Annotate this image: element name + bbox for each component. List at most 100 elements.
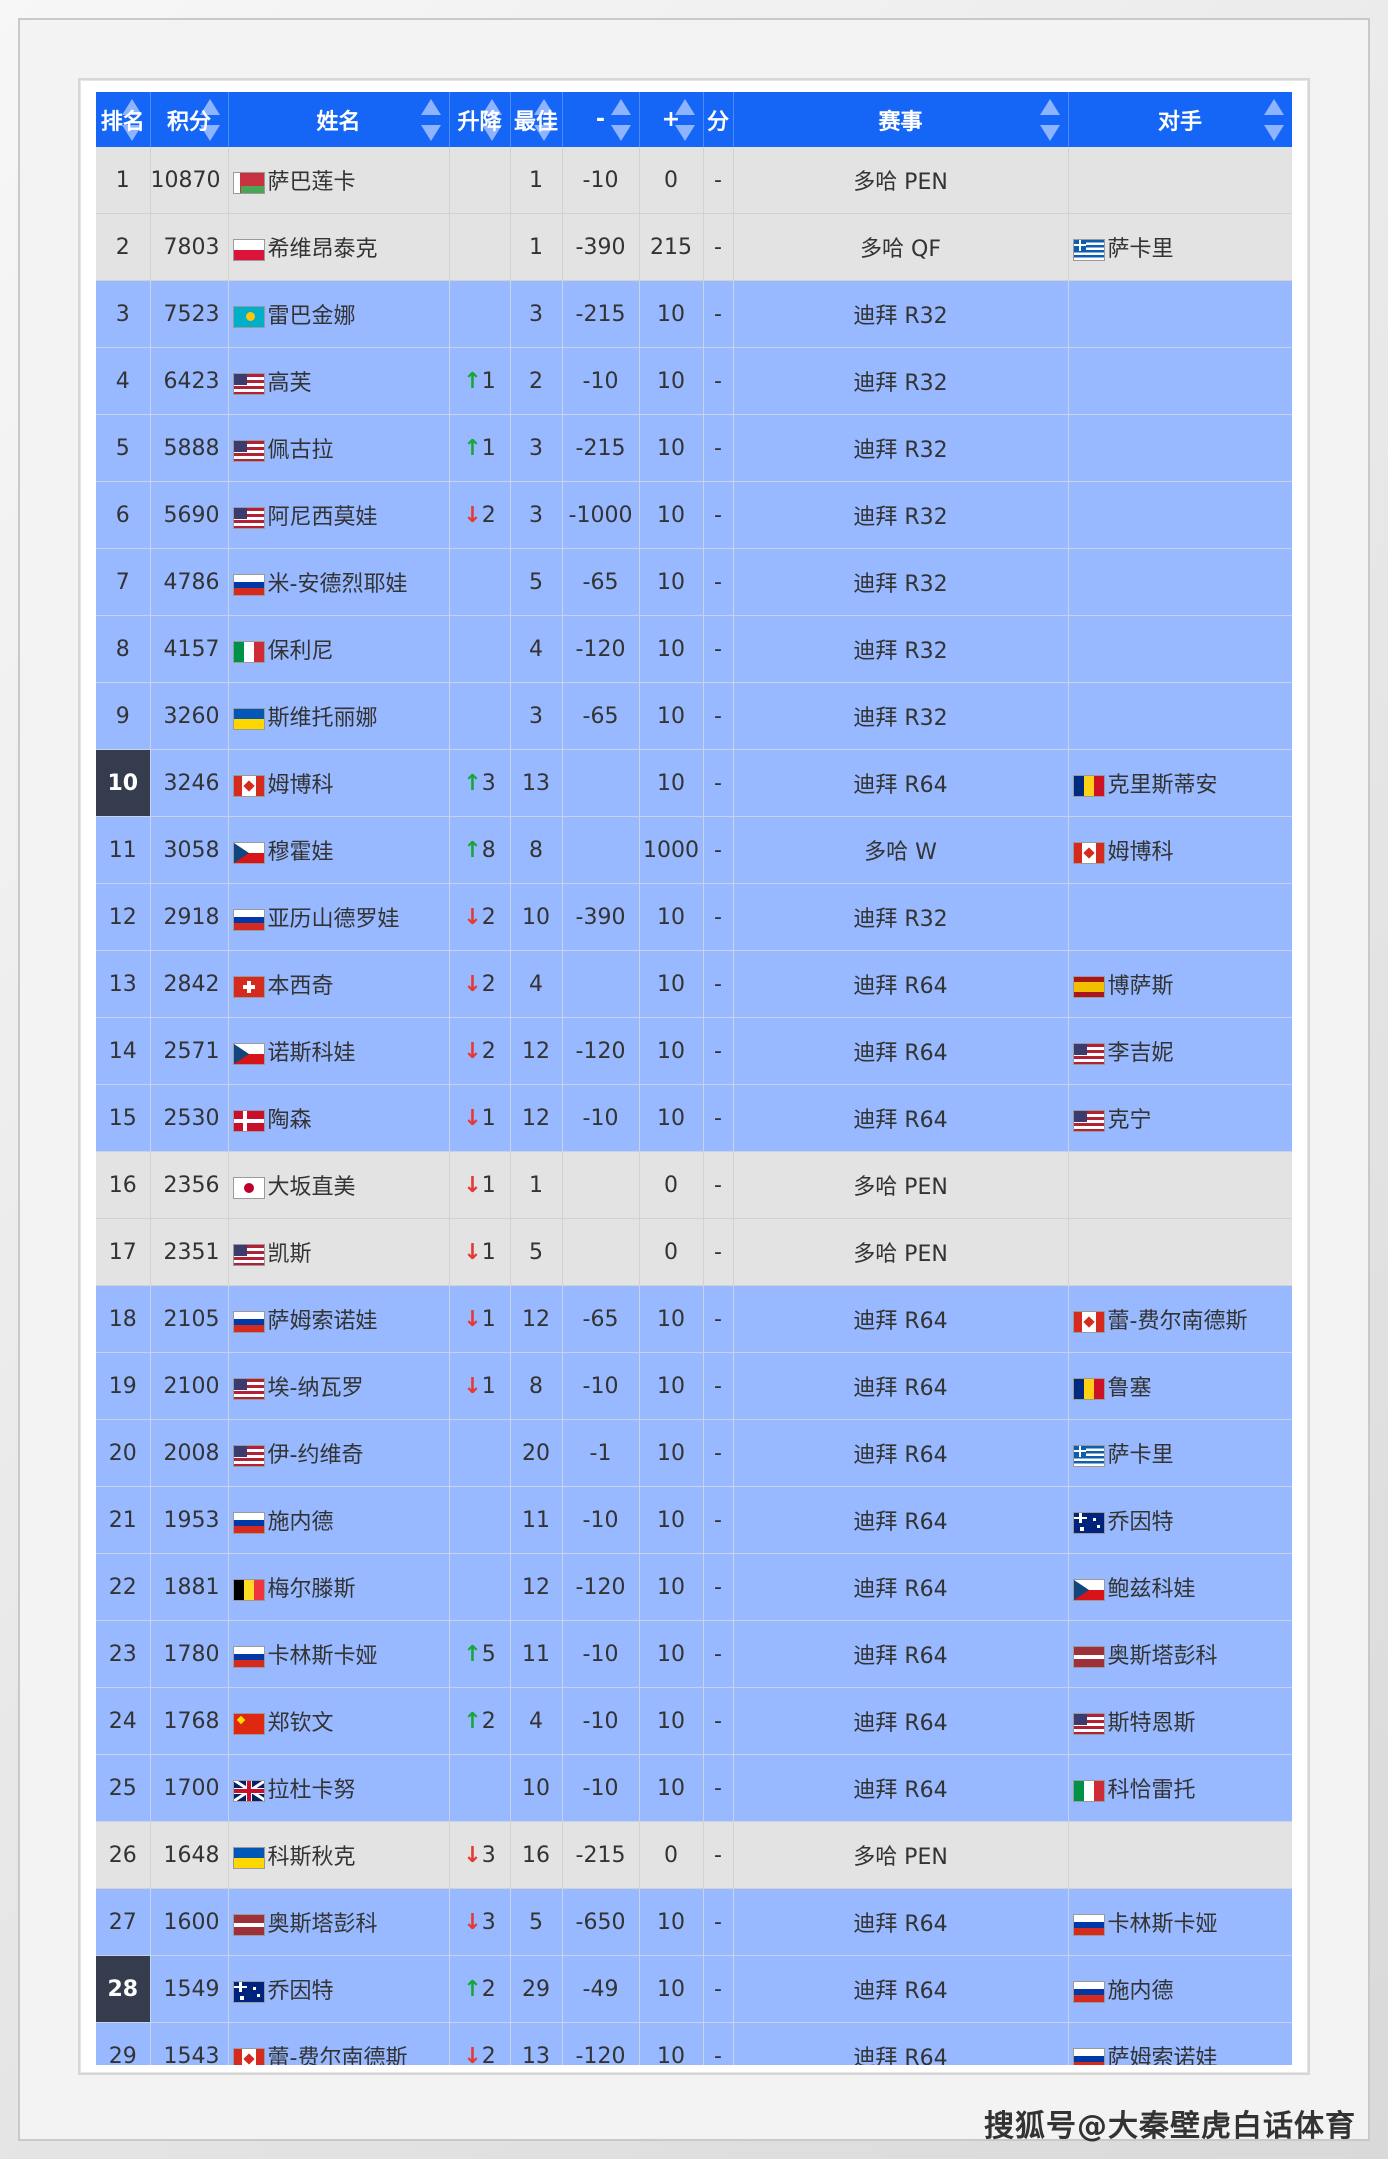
- col-header-rank[interactable]: 排名: [96, 92, 151, 147]
- table-row[interactable]: 15 2530 陶森 ↓1 12 -10 10- 迪拜 R64 克宁: [96, 1084, 1292, 1152]
- points-added-cell: 0: [639, 1151, 704, 1219]
- player-name[interactable]: 萨巴莲卡: [268, 170, 356, 195]
- table-row[interactable]: 23 1780 卡林斯卡娅 ↑5 11 -10 10- 迪拜 R64 奥斯塔彭科: [96, 1620, 1292, 1688]
- opponent-cell: [1068, 481, 1292, 549]
- opponent-name[interactable]: 奥斯塔彭科: [1108, 1644, 1218, 1669]
- table-row[interactable]: 19 2100 埃-纳瓦罗 ↓1 8 -10 10- 迪拜 R64 鲁塞: [96, 1352, 1292, 1420]
- table-row[interactable]: 14 2571 诺斯科娃 ↓2 12 -120 10- 迪拜 R64 李吉妮: [96, 1017, 1292, 1085]
- opponent-cell: 鲍兹科娃: [1068, 1553, 1292, 1621]
- flag-esp-icon: [1072, 976, 1105, 998]
- opponent-name[interactable]: 克里斯蒂安: [1108, 773, 1218, 798]
- opponent-name[interactable]: 萨卡里: [1108, 1443, 1174, 1468]
- player-name[interactable]: 卡林斯卡娅: [268, 1644, 378, 1669]
- player-name[interactable]: 郑钦文: [268, 1711, 334, 1736]
- table-row[interactable]: 5 5888 佩古拉 ↑1 3 -215 10- 迪拜 R32: [96, 414, 1292, 482]
- table-row[interactable]: 17 2351 凯斯 ↓1 5 0- 多哈 PEN: [96, 1218, 1292, 1286]
- event-cell: 迪拜 R32: [733, 615, 1069, 683]
- table-row[interactable]: 27 1600 奥斯塔彭科 ↓3 5 -650 10- 迪拜 R64 卡林斯卡娅: [96, 1888, 1292, 1956]
- table-row[interactable]: 3 7523 雷巴金娜 3 -215 10- 迪拜 R32: [96, 280, 1292, 348]
- opponent-name[interactable]: 蕾-费尔南德斯: [1108, 1309, 1248, 1334]
- col-header-drop[interactable]: -: [562, 92, 640, 147]
- best-rank-cell: 8: [510, 1352, 563, 1420]
- opponent-name[interactable]: 鲍兹科娃: [1108, 1577, 1196, 1602]
- table-row[interactable]: 18 2105 萨姆索诺娃 ↓1 12 -65 10- 迪拜 R64 蕾-费尔南德斯: [96, 1285, 1292, 1353]
- player-name[interactable]: 保利尼: [268, 639, 334, 664]
- table-row[interactable]: 2 7803 希维昂泰克 1 -390 215- 多哈 QF 萨卡里: [96, 213, 1292, 281]
- table-row[interactable]: 9 3260 斯维托丽娜 3 -65 10- 迪拜 R32: [96, 682, 1292, 750]
- table-row[interactable]: 24 1768 郑钦文 ↑2 4 -10 10- 迪拜 R64 斯特恩斯: [96, 1687, 1292, 1755]
- table-row[interactable]: 7 4786 米-安德烈耶娃 5 -65 10- 迪拜 R32: [96, 548, 1292, 616]
- player-name[interactable]: 梅尔滕斯: [268, 1577, 356, 1602]
- player-name[interactable]: 拉杜卡努: [268, 1778, 356, 1803]
- player-name[interactable]: 诺斯科娃: [268, 1041, 356, 1066]
- player-name[interactable]: 姆博科: [268, 773, 334, 798]
- col-header-dash[interactable]: 分: [703, 92, 734, 147]
- player-name[interactable]: 阿尼西莫娃: [268, 505, 378, 530]
- opponent-cell: 萨姆索诺娃: [1068, 2022, 1292, 2065]
- table-row[interactable]: 25 1700 拉杜卡努 10 -10 10- 迪拜 R64 科恰雷托: [96, 1754, 1292, 1822]
- points-dropping-cell: -120: [562, 1553, 640, 1621]
- opponent-name[interactable]: 卡林斯卡娅: [1108, 1912, 1218, 1937]
- player-name[interactable]: 大坂直美: [268, 1175, 356, 1200]
- col-header-points[interactable]: 积分: [150, 92, 229, 147]
- table-row[interactable]: 26 1648 科斯秋克 ↓3 16 -215 0- 多哈 PEN: [96, 1821, 1292, 1889]
- table-row[interactable]: 21 1953 施内德 11 -10 10- 迪拜 R64 乔因特: [96, 1486, 1292, 1554]
- player-name[interactable]: 雷巴金娜: [268, 304, 356, 329]
- player-name[interactable]: 乔因特: [268, 1979, 334, 2004]
- player-name[interactable]: 陶森: [268, 1108, 312, 1133]
- player-name[interactable]: 亚历山德罗娃: [268, 907, 400, 932]
- col-header-event[interactable]: 赛事: [733, 92, 1069, 147]
- player-name[interactable]: 奥斯塔彭科: [268, 1912, 378, 1937]
- opponent-name[interactable]: 萨卡里: [1108, 237, 1174, 262]
- table-row[interactable]: 28 1549 乔因特 ↑2 29 -49 10- 迪拜 R64 施内德: [96, 1955, 1292, 2023]
- player-name[interactable]: 施内德: [268, 1510, 334, 1535]
- table-row[interactable]: 6 5690 阿尼西莫娃 ↓2 3 -1000 10- 迪拜 R32: [96, 481, 1292, 549]
- opponent-name[interactable]: 施内德: [1108, 1979, 1174, 2004]
- opponent-name[interactable]: 鲁塞: [1108, 1376, 1152, 1401]
- col-header-add[interactable]: +: [639, 92, 704, 147]
- player-name[interactable]: 高芙: [268, 371, 312, 396]
- player-name[interactable]: 埃-纳瓦罗: [268, 1376, 364, 1401]
- opponent-name[interactable]: 科恰雷托: [1108, 1778, 1196, 1803]
- rank-cell: 6: [96, 481, 151, 549]
- table-row[interactable]: 16 2356 大坂直美 ↓1 1 0- 多哈 PEN: [96, 1151, 1292, 1219]
- points-dropping-cell: -10: [562, 347, 640, 415]
- player-name[interactable]: 佩古拉: [268, 438, 334, 463]
- col-header-name[interactable]: 姓名: [228, 92, 450, 147]
- opponent-name[interactable]: 克宁: [1108, 1108, 1152, 1133]
- table-row[interactable]: 13 2842 本西奇 ↓2 4 10- 迪拜 R64 博萨斯: [96, 950, 1292, 1018]
- table-row[interactable]: 8 4157 保利尼 4 -120 10- 迪拜 R32: [96, 615, 1292, 683]
- player-name[interactable]: 科斯秋克: [268, 1845, 356, 1870]
- player-name[interactable]: 本西奇: [268, 974, 334, 999]
- opponent-name[interactable]: 乔因特: [1108, 1510, 1174, 1535]
- table-row[interactable]: 20 2008 伊-约维奇 20 -1 10- 迪拜 R64 萨卡里: [96, 1419, 1292, 1487]
- table-row[interactable]: 12 2918 亚历山德罗娃 ↓2 10 -390 10- 迪拜 R32: [96, 883, 1292, 951]
- table-row[interactable]: 29 1543 蕾-费尔南德斯 ↓2 13 -120 10- 迪拜 R64 萨姆索诺娃: [96, 2022, 1292, 2065]
- opponent-name[interactable]: 萨姆索诺娃: [1108, 2046, 1218, 2065]
- player-name[interactable]: 凯斯: [268, 1242, 312, 1267]
- movement-cell: ↑2: [449, 1687, 511, 1755]
- player-name[interactable]: 蕾-费尔南德斯: [268, 2046, 408, 2065]
- table-row[interactable]: 10 3246 姆博科 ↑3 13 10- 迪拜 R64 克里斯蒂安: [96, 749, 1292, 817]
- player-name[interactable]: 米-安德烈耶娃: [268, 572, 408, 597]
- opponent-name[interactable]: 李吉妮: [1108, 1041, 1174, 1066]
- event-cell: 迪拜 R32: [733, 280, 1069, 348]
- player-name[interactable]: 斯维托丽娜: [268, 706, 378, 731]
- table-row[interactable]: 1 10870 萨巴莲卡 1 -10 0- 多哈 PEN: [96, 147, 1292, 214]
- table-row[interactable]: 22 1881 梅尔滕斯 12 -120 10- 迪拜 R64 鲍兹科娃: [96, 1553, 1292, 1621]
- col-header-move[interactable]: 升降: [449, 92, 511, 147]
- player-name[interactable]: 穆霍娃: [268, 840, 334, 865]
- player-name[interactable]: 希维昂泰克: [268, 237, 378, 262]
- points-cell: 5690: [150, 481, 229, 549]
- col-header-best[interactable]: 最佳: [510, 92, 563, 147]
- table-row[interactable]: 11 3058 穆霍娃 ↑8 8 1000- 多哈 W 姆博科: [96, 816, 1292, 884]
- opponent-name[interactable]: 姆博科: [1108, 840, 1174, 865]
- opponent-name[interactable]: 博萨斯: [1108, 974, 1174, 999]
- table-row[interactable]: 4 6423 高芙 ↑1 2 -10 10- 迪拜 R32: [96, 347, 1292, 415]
- opponent-name[interactable]: 斯特恩斯: [1108, 1711, 1196, 1736]
- player-name[interactable]: 伊-约维奇: [268, 1443, 364, 1468]
- col-header-opponent[interactable]: 对手: [1068, 92, 1292, 147]
- points-cell: 1953: [150, 1486, 229, 1554]
- flag-ukr-icon: [232, 1847, 265, 1869]
- player-name[interactable]: 萨姆索诺娃: [268, 1309, 378, 1334]
